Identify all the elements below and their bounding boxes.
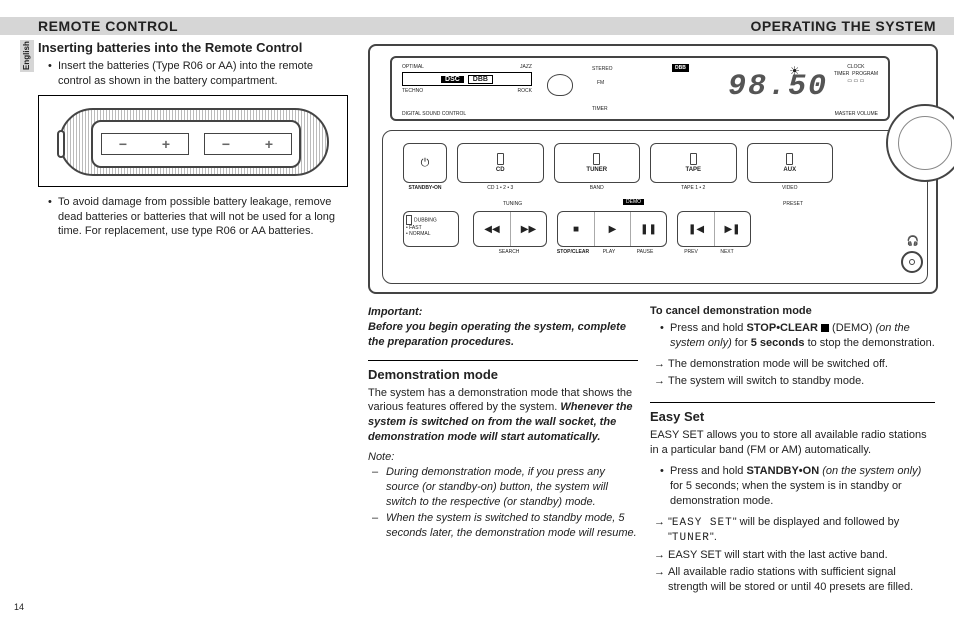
timer-label: TIMER [592,106,608,112]
important-label: Important: [368,306,422,318]
remote-bullet-2: To avoid damage from possible battery le… [48,195,348,240]
battery-1: −+ [101,133,189,155]
tuner-button[interactable]: TUNER [554,143,641,183]
aux-button[interactable]: AUX [747,143,834,183]
cancel-sub-1: The demonstration mode will be switched … [650,357,935,372]
search-group: ◀◀ ▶▶ [473,211,547,247]
easy-heading: Easy Set [650,409,935,424]
play-group: ■ ▶ ❚❚ [557,211,667,247]
tuning-label: TUNING [503,201,522,207]
cd-icon [547,74,573,96]
demo-heading: Demonstration mode [368,367,638,382]
demo-label: DEMO [623,199,644,205]
cancel-heading: To cancel demonstration mode [650,305,935,317]
master-volume-label: MASTER VOLUME [835,111,878,117]
column-remote: Inserting batteries into the Remote Cont… [38,40,348,245]
standby-button[interactable]: ⏻ [403,143,447,183]
rewind-button[interactable]: ◀◀ [474,212,510,246]
headphone-jack[interactable] [901,251,923,273]
next-button[interactable]: ▶❚ [714,212,750,246]
easy-bullet: Press and hold STANDBY•ON (on the system… [660,464,935,509]
pause-button[interactable]: ❚❚ [630,212,666,246]
language-tab: English [20,40,34,72]
easy-sub-1: "EASY SET" will be displayed and followe… [650,515,935,547]
important-text: Before you begin operating the system, c… [368,321,626,348]
display-panel: OPTIMALJAZZ DSCDBB TECHNOROCK STEREO FM … [390,56,890,121]
easy-sub-3: All available radio stations with suffic… [650,565,935,595]
dsc-label: DIGITAL SOUND CONTROL [402,111,466,117]
easy-paragraph: EASY SET allows you to store all availab… [650,428,935,458]
header-left: REMOTE CONTROL [38,18,178,34]
fm-label: FM [597,80,604,86]
note-label: Note: [368,451,638,463]
remote-heading: Inserting batteries into the Remote Cont… [38,40,348,55]
system-illustration: OPTIMALJAZZ DSCDBB TECHNOROCK STEREO FM … [368,44,938,294]
header-bar: REMOTE CONTROL OPERATING THE SYSTEM [0,17,954,35]
dubbing-box[interactable]: DUBBING • FAST • NORMAL [403,211,459,247]
control-panel: ⏻ CD TUNER TAPE AUX STANDBY•ON CD 1 • 2 … [382,130,928,284]
battery-2: −+ [204,133,292,155]
play-button[interactable]: ▶ [594,212,630,246]
stop-button[interactable]: ■ [558,212,594,246]
dbb-label: DBB [672,64,689,72]
stereo-label: STEREO [592,66,613,72]
clock-labels: CLOCK TIMER PROGRAM ▭ ▭ ▭ [834,64,878,85]
cancel-sub-2: The system will switch to standby mode. [650,374,935,389]
demo-note-2: When the system is switched to standby m… [368,511,638,541]
demo-paragraph: The system has a demonstration mode that… [368,386,638,445]
prev-button[interactable]: ❚◀ [678,212,714,246]
forward-button[interactable]: ▶▶ [510,212,546,246]
volume-knob[interactable] [886,104,954,182]
column-demo: Important: Before you begin operating th… [368,305,638,543]
page-number: 14 [14,602,24,612]
remote-illustration: −+ −+ [38,95,348,187]
frequency-readout: 98.50 [728,70,828,104]
demo-note-1: During demonstration mode, if you press … [368,465,638,510]
preset-group: ❚◀ ▶❚ [677,211,751,247]
preset-label: PRESET [783,201,803,207]
header-right: OPERATING THE SYSTEM [750,18,936,34]
column-cancel-easy: To cancel demonstration mode Press and h… [650,305,935,597]
stop-icon [821,324,829,332]
cd-button[interactable]: CD [457,143,544,183]
tape-button[interactable]: TAPE [650,143,737,183]
cancel-bullet: Press and hold STOP•CLEAR (DEMO) (on the… [660,321,935,351]
dsc-group: OPTIMALJAZZ DSCDBB TECHNOROCK [402,64,532,96]
easy-sub-2: EASY SET will start with the last active… [650,548,935,563]
headphone-icon: 🎧 [907,236,919,247]
remote-bullet-1: Insert the batteries (Type R06 or AA) in… [48,59,348,89]
